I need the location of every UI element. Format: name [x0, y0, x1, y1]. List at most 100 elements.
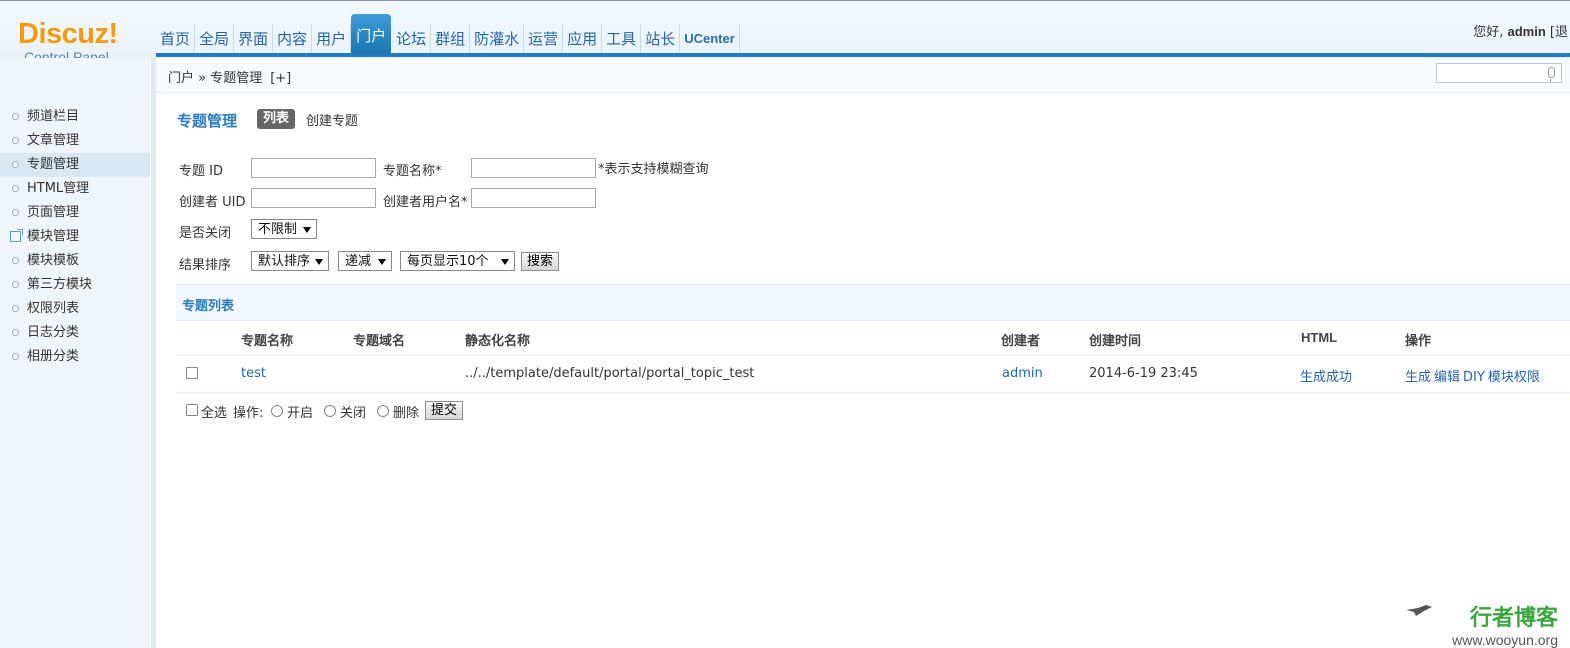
nav-content[interactable]: 内容: [273, 24, 313, 54]
close-label: 关闭: [340, 406, 367, 421]
submit-button[interactable]: 提交: [425, 401, 464, 420]
nav-user[interactable]: 用户: [312, 24, 352, 54]
row-static-name: ../../template/default/portal/portal_top…: [465, 366, 755, 381]
col-created-time: 创建时间: [1089, 334, 1142, 349]
nav-antispam[interactable]: 防灌水: [470, 24, 525, 54]
closed-select[interactable]: 不限制: [251, 219, 317, 239]
sidebar-item-articles[interactable]: 文章管理: [0, 129, 150, 153]
tab-list[interactable]: 列表: [257, 109, 296, 129]
nav-apps[interactable]: 应用: [563, 24, 603, 54]
greeting-prefix: 您好,: [1473, 25, 1504, 40]
bullet-icon: [12, 113, 19, 120]
sidebar-item-channel[interactable]: 频道栏目: [0, 105, 150, 129]
row-creator[interactable]: admin: [1002, 366, 1043, 381]
sidebar-item-block-templates[interactable]: 模块模板: [0, 249, 150, 273]
row-html-status[interactable]: 生成成功: [1300, 366, 1352, 385]
perpage-select[interactable]: 每页显示10个: [400, 251, 515, 271]
sidebar-item-permissions[interactable]: 权限列表: [0, 297, 150, 321]
sidebar-item-label: 权限列表: [27, 301, 80, 316]
sidebar-item-blocks[interactable]: 模块管理: [0, 225, 150, 249]
topic-list-header: 专题列表: [176, 284, 1570, 321]
sidebar-item-label: 专题管理: [27, 157, 80, 172]
creator-uid-input[interactable]: [251, 188, 376, 208]
order-select[interactable]: 递减: [338, 251, 392, 271]
bullet-icon: [12, 185, 19, 192]
perpage-select-value: 每页显示10个: [407, 254, 489, 269]
sidebar-item-third-party[interactable]: 第三方模块: [0, 273, 150, 297]
sidebar-item-album-categories[interactable]: 相册分类: [0, 345, 150, 369]
diy-link[interactable]: DIY: [1463, 370, 1485, 385]
sort-select[interactable]: 默认排序: [251, 251, 329, 271]
sidebar-item-log-categories[interactable]: 日志分类: [0, 321, 150, 345]
col-creator: 创建者: [1001, 334, 1041, 349]
main-nav: 首页 全局 界面 内容 用户 门户 论坛 群组 防灌水 运营 应用 工具 站长 …: [156, 14, 740, 54]
microphone-icon[interactable]: [1548, 67, 1555, 82]
bullet-icon: [12, 257, 19, 264]
breadcrumb: 门户 » 专题管理 [+]: [168, 67, 291, 86]
delete-label: 删除: [393, 406, 420, 421]
sidebar-item-pages[interactable]: 页面管理: [0, 201, 150, 225]
bullet-icon: [12, 209, 19, 216]
nav-portal[interactable]: 门户: [351, 14, 392, 54]
topic-name-input[interactable]: [471, 158, 596, 178]
closed-select-value: 不限制: [258, 222, 298, 237]
logo-main-text: Discuz!: [18, 18, 118, 50]
creator-name-label: 创建者用户名*: [383, 195, 468, 210]
topic-name-label: 专题名称*: [383, 164, 442, 179]
nav-tools[interactable]: 工具: [602, 24, 642, 54]
bird-logo-icon: [1406, 605, 1433, 616]
nav-group[interactable]: 群组: [431, 24, 471, 54]
edit-link[interactable]: 编辑: [1434, 370, 1460, 385]
bullet-icon: [12, 353, 19, 360]
row-operations: 生成 编辑 DIY 模块权限: [1405, 366, 1543, 385]
sidebar: 频道栏目 文章管理 专题管理 HTML管理 页面管理 模块管理 模块模板 第三方…: [0, 58, 150, 648]
search-button[interactable]: 搜索: [521, 252, 560, 271]
generate-link[interactable]: 生成: [1405, 370, 1431, 385]
nav-global[interactable]: 全局: [195, 24, 235, 54]
sidebar-item-label: 第三方模块: [27, 277, 93, 292]
sidebar-item-label: 相册分类: [27, 349, 80, 364]
nav-interface[interactable]: 界面: [234, 24, 274, 54]
nav-webmaster[interactable]: 站长: [641, 24, 681, 54]
block-permission-link[interactable]: 模块权限: [1488, 370, 1540, 385]
nav-ucenter[interactable]: UCenter: [680, 24, 740, 54]
col-html: HTML: [1301, 330, 1338, 345]
creator-name-input[interactable]: [471, 188, 596, 208]
topic-id-label: 专题 ID: [179, 164, 223, 179]
select-all-checkbox[interactable]: [186, 404, 198, 416]
select-all-label: 全选: [201, 406, 228, 421]
watermark-title: 行者博客: [1469, 606, 1558, 631]
sidebar-item-html[interactable]: HTML管理: [0, 177, 150, 201]
logout-link[interactable]: [退: [1550, 25, 1568, 40]
sidebar-item-label: 频道栏目: [27, 109, 80, 124]
menu-search-input[interactable]: [1436, 63, 1562, 83]
tab-create-topic[interactable]: 创建专题: [306, 110, 358, 129]
dropdown-arrow-icon: [303, 227, 311, 233]
topic-list-title: 专题列表: [182, 299, 235, 314]
nav-forum[interactable]: 论坛: [392, 24, 432, 54]
delete-radio[interactable]: [377, 405, 389, 417]
open-radio[interactable]: [271, 405, 283, 417]
sidebar-item-label: 模块模板: [27, 253, 80, 268]
topic-id-input[interactable]: [251, 158, 376, 178]
sidebar-item-label: HTML管理: [27, 181, 90, 196]
col-topic-domain: 专题域名: [353, 334, 406, 349]
sort-label: 结果排序: [179, 258, 232, 273]
row-topic-name[interactable]: test: [241, 366, 266, 381]
watermark-url: www.wooyun.org: [1452, 632, 1558, 648]
dropdown-arrow-icon: [315, 259, 323, 265]
close-radio[interactable]: [324, 405, 336, 417]
row-checkbox[interactable]: [186, 367, 198, 379]
sidebar-menu: 频道栏目 文章管理 专题管理 HTML管理 页面管理 模块管理 模块模板 第三方…: [0, 105, 150, 369]
nav-home[interactable]: 首页: [156, 24, 196, 54]
sidebar-item-topics[interactable]: 专题管理: [0, 153, 150, 177]
table-row: test ../../template/default/portal/porta…: [176, 355, 1570, 393]
nav-operation[interactable]: 运营: [524, 24, 564, 54]
breadcrumb-path: 门户 » 专题管理: [168, 71, 263, 86]
add-shortcut-button[interactable]: [+]: [270, 71, 291, 86]
col-static-name: 静态化名称: [465, 334, 531, 349]
dropdown-arrow-icon: [378, 259, 386, 265]
bullet-icon: [12, 281, 19, 288]
col-operations: 操作: [1405, 334, 1432, 349]
sidebar-item-label: 页面管理: [27, 205, 80, 220]
